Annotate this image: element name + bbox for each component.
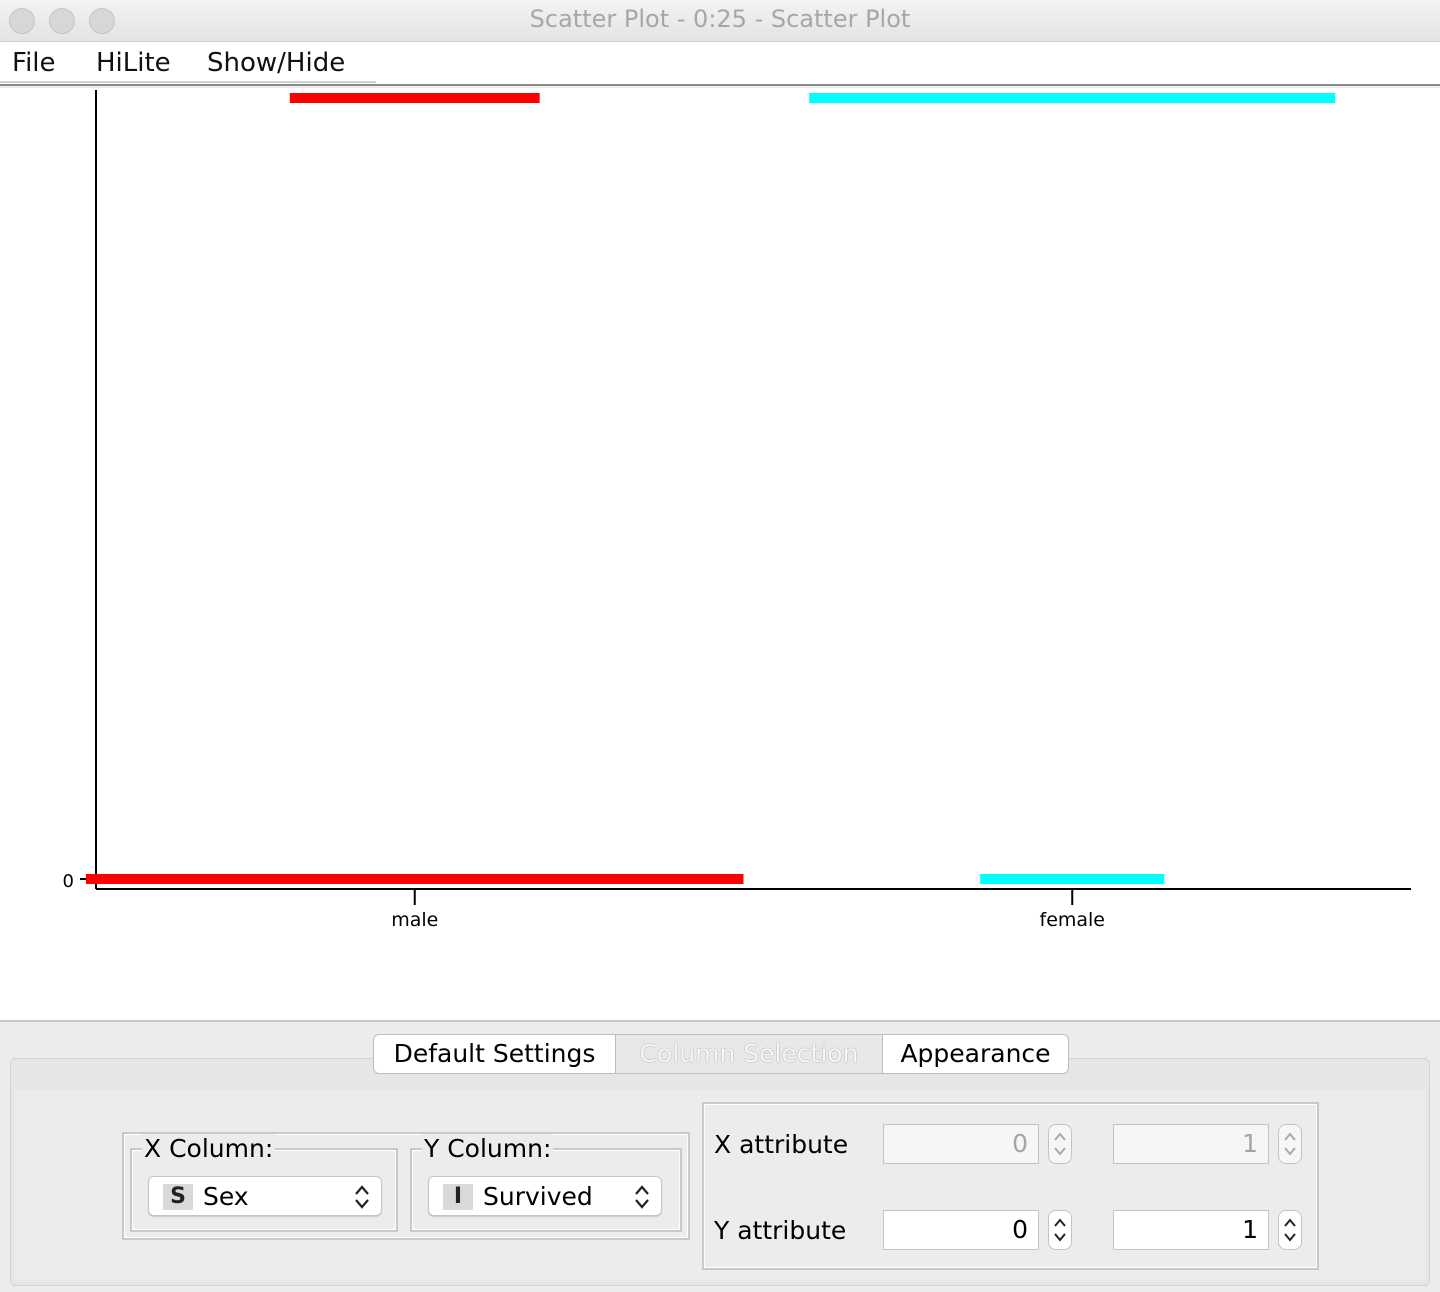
x-attribute-min-spinner[interactable] bbox=[1048, 1124, 1072, 1164]
spinner-arrows-icon bbox=[1284, 1218, 1296, 1242]
tab-default-settings[interactable]: Default Settings bbox=[373, 1034, 616, 1074]
x-column-label: X Column: bbox=[142, 1134, 276, 1163]
menu-bar: File HiLite Show/Hide bbox=[0, 42, 1440, 86]
y-attribute-label: Y attribute bbox=[714, 1216, 847, 1245]
integer-type-icon: I bbox=[443, 1184, 473, 1210]
y-attribute-min-field[interactable]: 0 bbox=[883, 1210, 1039, 1250]
data-band-male-0 bbox=[86, 874, 744, 884]
tab-column-selection[interactable]: Column Selection bbox=[615, 1034, 883, 1074]
spinner-arrows-icon bbox=[1054, 1132, 1066, 1156]
settings-panel: Default Settings Column Selection Appear… bbox=[0, 1020, 1440, 1292]
string-type-icon: S bbox=[163, 1184, 193, 1210]
y-tick-label: 0 bbox=[63, 871, 74, 892]
tab-content: X Column: S Sex Y Column: I Survived X a… bbox=[14, 1090, 1426, 1280]
y-column-select[interactable]: I Survived bbox=[428, 1176, 662, 1216]
x-column-select[interactable]: S Sex bbox=[148, 1176, 382, 1216]
menu-show-hide[interactable]: Show/Hide bbox=[207, 48, 345, 78]
y-column-value: Survived bbox=[483, 1182, 593, 1211]
title-bar: Scatter Plot - 0:25 - Scatter Plot bbox=[0, 0, 1440, 42]
data-band-male-1 bbox=[289, 93, 540, 103]
menu-hilite[interactable]: HiLite bbox=[96, 48, 171, 78]
y-attribute-max-field[interactable]: 1 bbox=[1113, 1210, 1269, 1250]
y-attribute-max-spinner[interactable] bbox=[1278, 1210, 1302, 1250]
x-column-value: Sex bbox=[203, 1182, 249, 1211]
scatter-plot-svg: 0 male female bbox=[63, 90, 1411, 931]
x-attribute-max-spinner[interactable] bbox=[1278, 1124, 1302, 1164]
data-band-female-0 bbox=[980, 874, 1165, 884]
x-tick-label: female bbox=[1040, 909, 1106, 931]
spinner-arrows-icon bbox=[1284, 1132, 1296, 1156]
window-title: Scatter Plot - 0:25 - Scatter Plot bbox=[529, 5, 911, 33]
x-attribute-label: X attribute bbox=[714, 1130, 849, 1159]
tab-appearance[interactable]: Appearance bbox=[882, 1034, 1069, 1074]
x-tick-label: male bbox=[391, 909, 438, 931]
menu-file[interactable]: File bbox=[12, 48, 56, 78]
x-attribute-max-field[interactable]: 1 bbox=[1113, 1124, 1269, 1164]
data-band-female-1 bbox=[809, 93, 1336, 103]
menu-divider bbox=[0, 81, 376, 83]
up-down-chevron-icon bbox=[635, 1185, 649, 1209]
up-down-chevron-icon bbox=[355, 1185, 369, 1209]
y-column-label: Y Column: bbox=[422, 1134, 554, 1163]
y-attribute-min-spinner[interactable] bbox=[1048, 1210, 1072, 1250]
spinner-arrows-icon bbox=[1054, 1218, 1066, 1242]
x-attribute-min-field[interactable]: 0 bbox=[883, 1124, 1039, 1164]
scatter-plot-area[interactable]: 0 male female bbox=[0, 88, 1440, 1020]
